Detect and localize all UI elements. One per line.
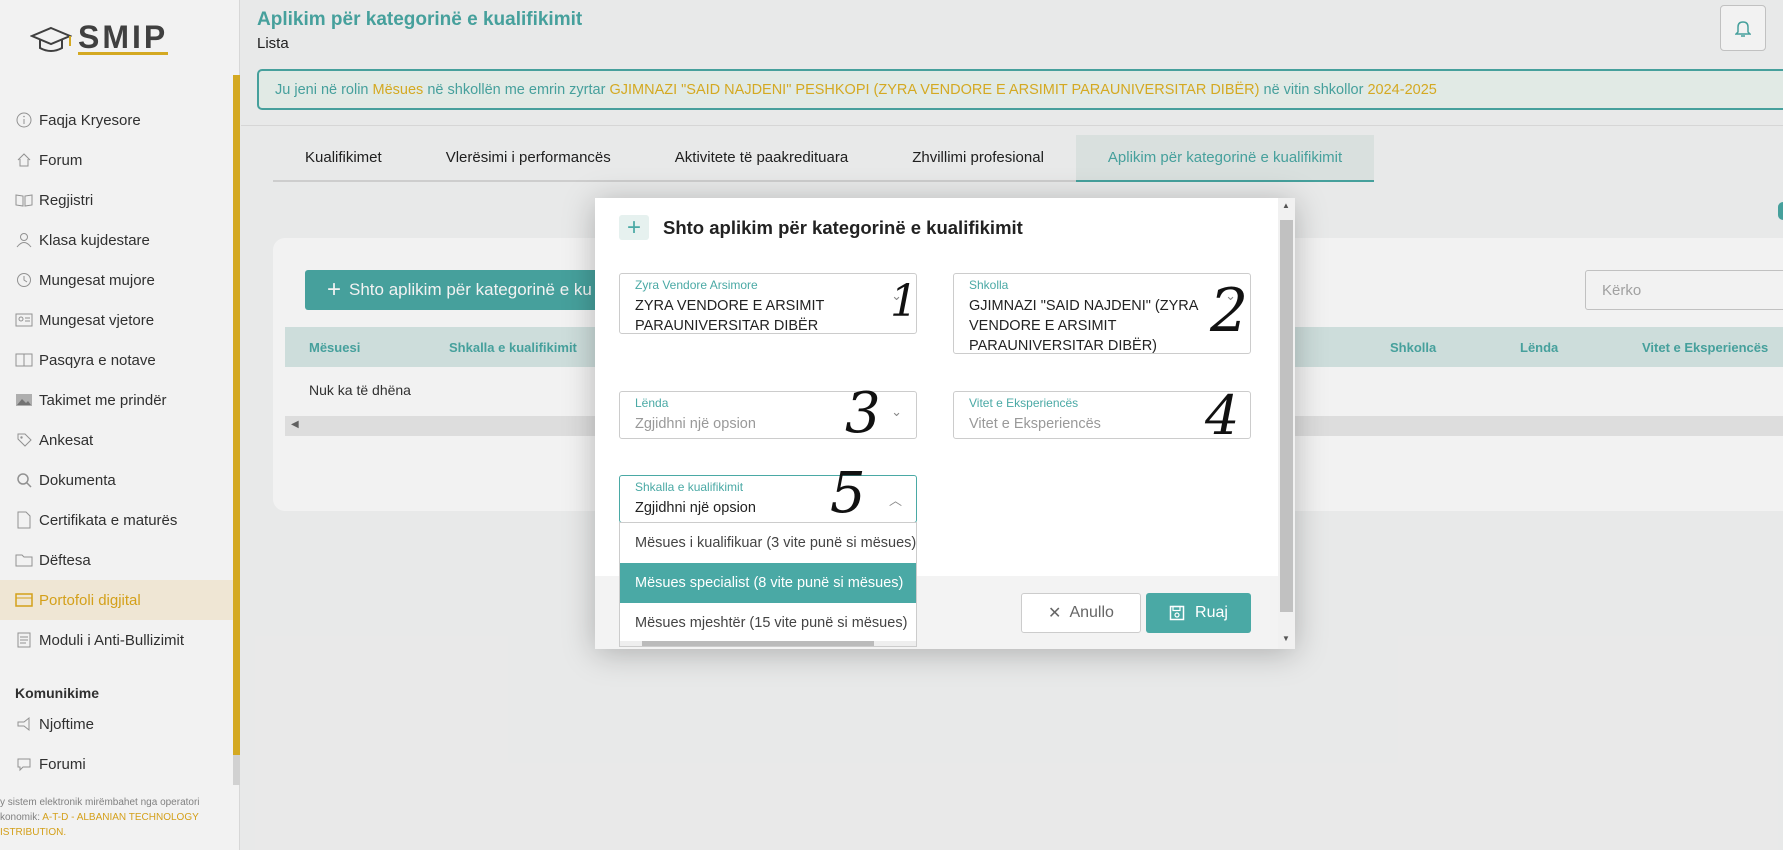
- field-placeholder: Vitet e Eksperiencës: [969, 416, 1101, 432]
- save-label: Ruaj: [1195, 604, 1228, 621]
- modal-scrollbar[interactable]: ▲ ▼: [1278, 198, 1295, 649]
- field-value: GJIMNAZI "SAID NAJDENI" (ZYRA VENDORE E …: [969, 296, 1198, 356]
- shkalla-dropdown-list: Mësues i kualifikuar (3 vite punë si mës…: [619, 522, 917, 647]
- dropdown-option[interactable]: Mësues i kualifikuar (3 vite punë si mës…: [620, 523, 916, 563]
- zyra-vendore-select[interactable]: Zyra Vendore Arsimore ZYRA VENDORE E ARS…: [619, 273, 917, 334]
- field-value-line: PARAUNIVERSITAR DIBËR): [969, 338, 1157, 354]
- chevron-up-icon: ︿: [888, 493, 902, 508]
- annotation-2: 2: [1210, 276, 1249, 346]
- field-value-line: GJIMNAZI "SAID NAJDENI" (ZYRA: [969, 298, 1199, 314]
- field-label: Vitet e Eksperiencës: [969, 396, 1079, 410]
- chevron-down-icon: ⌄: [891, 404, 902, 419]
- dropdown-scroll-thumb[interactable]: [642, 641, 874, 646]
- modal-scroll-thumb[interactable]: [1280, 220, 1293, 612]
- add-application-modal: ▲ ▼ + Shto aplikim për kategorinë e kual…: [595, 198, 1295, 649]
- field-label: Lënda: [635, 396, 669, 410]
- field-label: Shkalla e kualifikimit: [635, 480, 744, 494]
- dropdown-option[interactable]: Mësues mjeshtër (15 vite punë si mësues): [620, 603, 916, 643]
- modal-title: Shto aplikim për kategorinë e kualifikim…: [663, 217, 1023, 238]
- field-value: ZYRA VENDORE E ARSIMIT PARAUNIVERSITAR D…: [635, 296, 824, 336]
- field-value-line: VENDORE E ARSIMIT: [969, 318, 1117, 334]
- field-placeholder: Zgjidhni një opsion: [635, 416, 756, 432]
- dropdown-option[interactable]: Mësues specialist (8 vite punë si mësues…: [620, 563, 916, 603]
- field-label: Zyra Vendore Arsimore: [635, 278, 758, 292]
- field-value-line: PARAUNIVERSITAR DIBËR: [635, 318, 819, 334]
- annotation-3: 3: [845, 381, 881, 446]
- dropdown-horizontal-scrollbar[interactable]: [620, 641, 916, 646]
- shkalla-kualifikimit-select[interactable]: Shkalla e kualifikimit Zgjidhni një opsi…: [619, 475, 917, 523]
- save-button[interactable]: Ruaj: [1146, 593, 1251, 633]
- field-value-line: ZYRA VENDORE E ARSIMIT: [635, 298, 825, 314]
- save-icon: [1169, 605, 1185, 621]
- shkolla-select[interactable]: Shkolla GJIMNAZI "SAID NAJDENI" (ZYRA VE…: [953, 273, 1251, 354]
- cancel-button[interactable]: ✕ Anullo: [1021, 593, 1141, 633]
- field-value: Zgjidhni një opsion: [635, 500, 756, 516]
- cancel-label: Anullo: [1069, 604, 1114, 621]
- annotation-5: 5: [830, 461, 866, 526]
- annotation-4: 4: [1205, 384, 1240, 447]
- close-icon: ✕: [1048, 605, 1062, 622]
- scroll-down-icon[interactable]: ▼: [1282, 634, 1290, 643]
- field-label: Shkolla: [969, 278, 1009, 292]
- plus-icon: +: [619, 214, 649, 241]
- annotation-1: 1: [890, 276, 918, 327]
- scroll-up-icon[interactable]: ▲: [1282, 201, 1290, 210]
